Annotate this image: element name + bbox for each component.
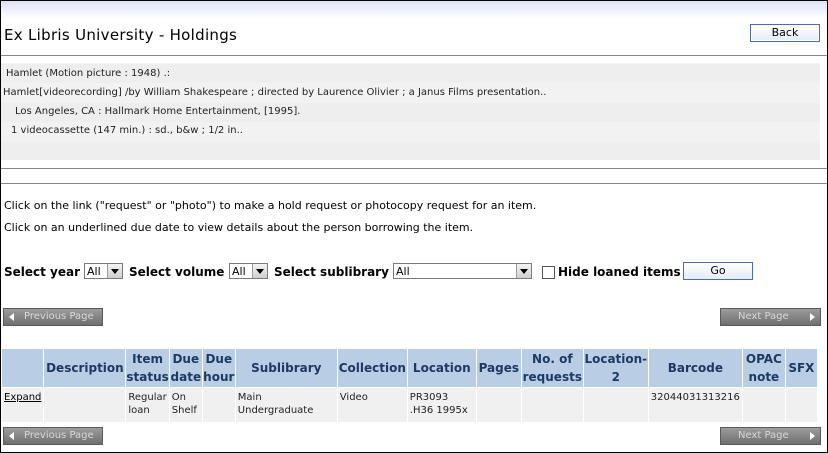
sfx-cell	[784, 387, 818, 423]
table-header-row: Description Item status Due date Due hou…	[0, 348, 818, 388]
hide-loaned-label: Hide loaned items	[558, 265, 681, 279]
pages-cell	[475, 387, 522, 423]
column-header-sublibrary: Sublibrary	[234, 348, 338, 388]
sublibrary-select-value: All	[396, 265, 410, 278]
select-volume-label: Select volume	[129, 265, 225, 279]
holdings-table: Description Item status Due date Due hou…	[0, 348, 818, 423]
next-page-label: Next Page	[738, 430, 789, 441]
column-header-expand	[0, 348, 45, 388]
bibliographic-record: Hamlet (Motion picture : 1948) .: Hamlet…	[1, 63, 820, 160]
arrow-right-icon	[810, 432, 815, 440]
column-header-opac-note: OPAC note	[741, 348, 786, 388]
due-date-cell: On Shelf	[168, 387, 203, 423]
previous-page-button[interactable]: Previous Page	[3, 308, 103, 326]
opac-note-cell	[741, 387, 786, 423]
collection-cell: Video	[336, 387, 408, 423]
go-button[interactable]: Go	[683, 262, 753, 280]
year-select-value: All	[87, 265, 101, 278]
divider	[1, 183, 827, 184]
column-header-description: Description	[43, 348, 127, 388]
location-2-cell	[582, 387, 649, 423]
column-header-item-status: Item status	[125, 348, 170, 388]
bib-line-uniform-title: Hamlet (Motion picture : 1948) .:	[6, 68, 171, 79]
next-page-label: Next Page	[738, 311, 789, 322]
next-page-button-bottom[interactable]: Next Page	[720, 427, 821, 445]
table-row: Expand Regular loan On Shelf Main Underg…	[0, 387, 818, 423]
item-status-cell: Regular loan	[125, 387, 170, 423]
location-cell: PR3093 .H36 1995x	[406, 387, 477, 423]
divider	[1, 55, 827, 56]
expand-cell: Expand	[0, 387, 45, 423]
select-year-label: Select year	[4, 265, 81, 279]
dropdown-arrow-icon	[252, 264, 267, 278]
top-banner	[1, 1, 827, 19]
column-header-due-hour: Due hour	[201, 348, 236, 388]
dropdown-arrow-icon	[107, 264, 122, 278]
select-sublibrary-label: Select sublibrary	[274, 265, 389, 279]
barcode-cell: 32044031313216	[647, 387, 743, 423]
column-header-location: Location	[406, 348, 477, 388]
due-hour-cell	[201, 387, 236, 423]
bib-line-imprint: Los Angeles, CA : Hallmark Home Entertai…	[15, 106, 301, 117]
bib-line-physical: 1 videocassette (147 min.) : sd., b&w ; …	[11, 125, 243, 136]
back-button[interactable]: Back	[750, 24, 820, 42]
expand-link[interactable]: Expand	[4, 392, 41, 403]
column-header-sfx: SFX	[784, 348, 818, 388]
column-header-location-2: Location-2	[582, 348, 649, 388]
dropdown-arrow-icon	[516, 264, 531, 278]
next-page-button[interactable]: Next Page	[720, 308, 821, 326]
column-header-pages: Pages	[475, 348, 522, 388]
arrow-right-icon	[810, 313, 815, 321]
bib-line-title: Hamlet[videorecording] /by William Shake…	[3, 87, 547, 98]
instruction-request: Click on the link ("request" or "photo")…	[4, 199, 537, 212]
column-header-barcode: Barcode	[647, 348, 743, 388]
bib-row	[1, 141, 820, 160]
volume-select-value: All	[232, 265, 246, 278]
year-select[interactable]: All	[84, 263, 123, 279]
divider	[1, 168, 827, 169]
column-header-collection: Collection	[336, 348, 408, 388]
arrow-left-icon	[9, 313, 14, 321]
description-cell	[43, 387, 127, 423]
volume-select[interactable]: All	[229, 263, 268, 279]
requests-cell	[520, 387, 584, 423]
sublibrary-cell: Main Undergraduate	[234, 387, 338, 423]
page-title: Ex Libris University - Holdings	[4, 26, 238, 44]
instruction-due-date: Click on an underlined due date to view …	[4, 221, 474, 234]
column-header-requests: No. of requests	[520, 348, 584, 388]
previous-page-label: Previous Page	[24, 311, 94, 322]
previous-page-button-bottom[interactable]: Previous Page	[3, 427, 103, 445]
column-header-due-date: Due date	[168, 348, 203, 388]
previous-page-label: Previous Page	[24, 430, 94, 441]
sublibrary-select[interactable]: All	[393, 263, 532, 279]
hide-loaned-checkbox[interactable]	[542, 266, 555, 279]
arrow-left-icon	[9, 432, 14, 440]
